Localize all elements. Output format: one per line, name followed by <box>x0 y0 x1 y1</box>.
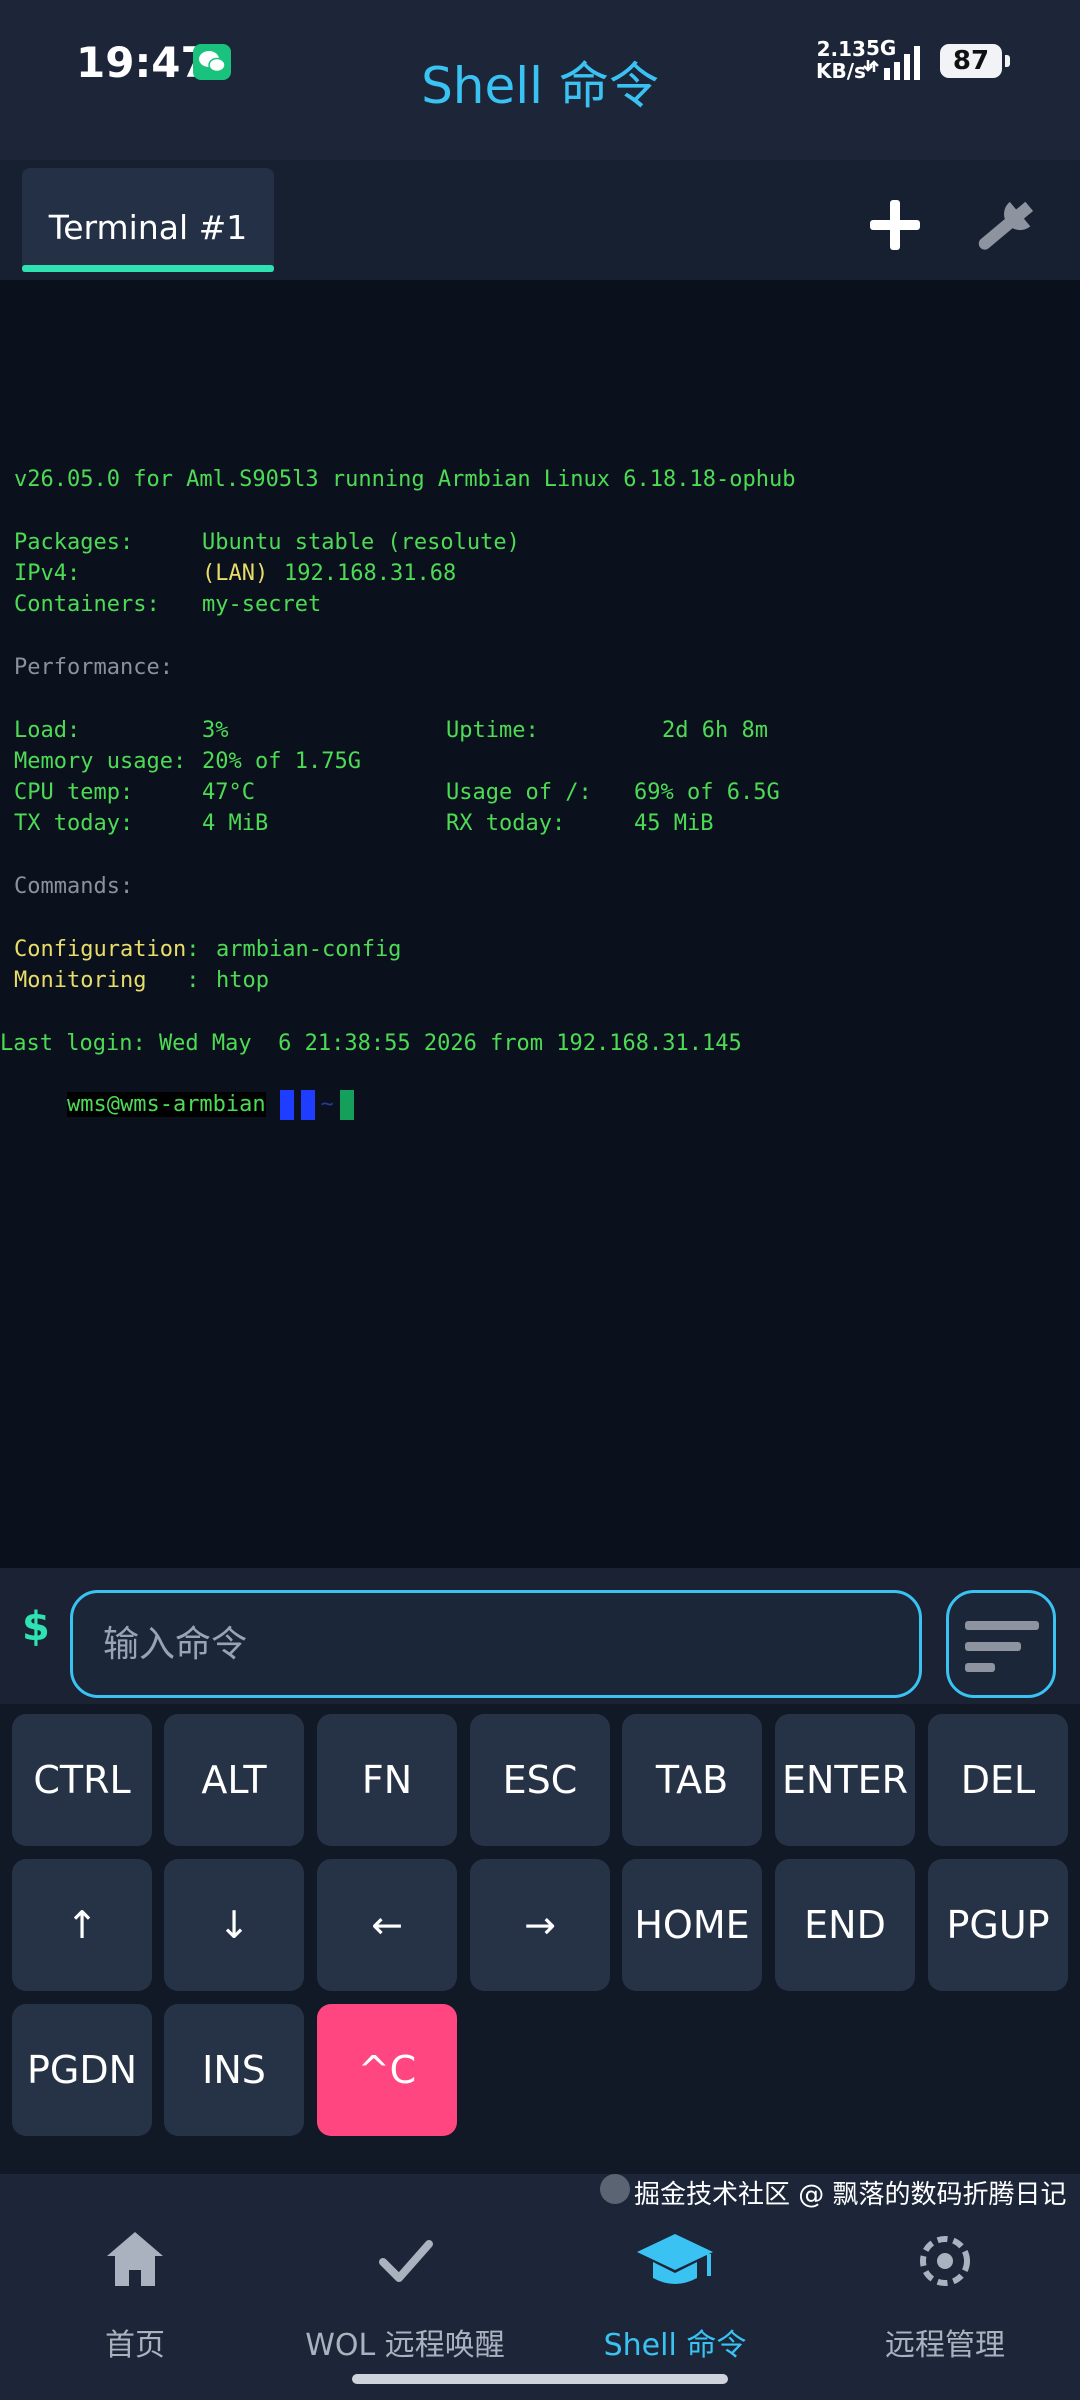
prompt-path: ~ <box>320 1092 334 1117</box>
ipv4-value: 192.168.31.68 <box>284 561 457 586</box>
performance-label: Performance: <box>14 655 173 680</box>
terminal-output[interactable]: v26.05.0 for Aml.S905l3 running Armbian … <box>0 280 1080 1568</box>
signal-strength-icon <box>863 46 920 80</box>
containers-value: my-secret <box>202 592 322 617</box>
last-login-line: Last login: Wed May 6 21:38:55 2026 from… <box>0 1031 742 1056</box>
key-del[interactable]: DEL <box>928 1714 1068 1846</box>
tab-terminal-1[interactable]: Terminal #1 <box>22 168 274 272</box>
prompt-user: wms@wms-armbian <box>66 1092 266 1117</box>
monitoring-value: htop <box>216 968 269 993</box>
monitoring-label: Monitoring : <box>14 968 200 993</box>
home-indicator[interactable] <box>352 2374 728 2384</box>
ipv4-tag: (LAN) <box>202 561 269 586</box>
rx-label: RX today: <box>446 811 566 836</box>
load-value: 3% <box>202 718 229 743</box>
uptime-label: Uptime: <box>446 718 539 743</box>
check-icon <box>379 2240 433 2282</box>
wrench-settings-icon[interactable] <box>962 182 1052 268</box>
commands-label: Commands: <box>14 874 134 899</box>
prompt-segment <box>300 1090 315 1120</box>
terminal-cursor <box>339 1090 354 1120</box>
config-label: Configuration: <box>14 937 200 962</box>
watermark: 掘金技术社区 @ 飘落的数码折腾日记 <box>600 2166 1080 2216</box>
add-tab-icon[interactable] <box>860 190 930 260</box>
key-alt[interactable]: ALT <box>164 1714 304 1846</box>
network-speed: 2.13 KB/s <box>816 37 866 83</box>
prompt-segment <box>279 1090 294 1120</box>
memory-label: Memory usage: <box>14 749 187 774</box>
graduation-cap-icon <box>637 2234 713 2284</box>
key-end[interactable]: END <box>775 1859 915 1991</box>
uptime-value: 2d 6h 8m <box>662 718 768 743</box>
key-enter[interactable]: ENTER <box>775 1714 915 1846</box>
key-ctrl-c[interactable]: ^C <box>317 2004 457 2136</box>
key-ins[interactable]: INS <box>164 2004 304 2136</box>
nav-label: WOL 远程唤醒 <box>305 2328 505 2363</box>
disk-usage-label: Usage of /: <box>446 780 592 805</box>
command-input[interactable] <box>70 1590 922 1698</box>
battery-indicator: 87 <box>940 44 1010 78</box>
nav-label: 首页 <box>105 2328 165 2363</box>
load-label: Load: <box>14 718 81 743</box>
nav-item-wol[interactable]: WOL 远程唤醒 <box>270 2174 540 2400</box>
nav-label: Shell 命令 <box>603 2328 747 2363</box>
cpu-temp-value: 47°C <box>202 780 255 805</box>
active-tab-indicator <box>22 265 274 272</box>
key-arrow-right[interactable]: → <box>470 1859 610 1991</box>
packages-label: Packages: <box>14 530 134 555</box>
key-pgup[interactable]: PGUP <box>928 1859 1068 1991</box>
prompt-symbol: $ <box>22 1604 50 1650</box>
rx-value: 45 MiB <box>634 811 714 836</box>
key-pgdn[interactable]: PGDN <box>12 2004 152 2136</box>
banner-line: v26.05.0 for Aml.S905l3 running Armbian … <box>14 467 796 492</box>
key-ctrl[interactable]: CTRL <box>12 1714 152 1846</box>
shell-prompt: wms@wms-armbian ~ <box>14 1060 354 1150</box>
nav-label: 远程管理 <box>885 2328 1005 2363</box>
key-tab[interactable]: TAB <box>622 1714 762 1846</box>
watermark-logo-icon <box>600 2174 630 2204</box>
remote-manage-icon <box>920 2236 970 2286</box>
memory-value: 20% of 1.75G <box>202 749 361 774</box>
list-menu-icon <box>965 1621 1039 1672</box>
ipv4-label: IPv4: <box>14 561 81 586</box>
watermark-text: 掘金技术社区 @ 飘落的数码折腾日记 <box>634 2180 1067 2210</box>
disk-usage-value: 69% of 6.5G <box>634 780 780 805</box>
key-fn[interactable]: FN <box>317 1714 457 1846</box>
key-arrow-left[interactable]: ← <box>317 1859 457 1991</box>
key-arrow-down[interactable]: ↓ <box>164 1859 304 1991</box>
tx-value: 4 MiB <box>202 811 269 836</box>
tx-label: TX today: <box>14 811 134 836</box>
command-menu-button[interactable] <box>946 1590 1056 1698</box>
nav-item-home[interactable]: 首页 <box>0 2174 270 2400</box>
containers-label: Containers: <box>14 592 160 617</box>
command-bar: $ <box>0 1568 1080 1704</box>
app-header: 19:47 Shell 命令 2.13 KB/s 5G 87 <box>0 0 1080 160</box>
config-value: armbian-config <box>216 937 402 962</box>
tab-label: Terminal #1 <box>48 208 248 247</box>
terminal-tab-bar: Terminal #1 <box>0 160 1080 280</box>
key-esc[interactable]: ESC <box>470 1714 610 1846</box>
extra-keys-panel: CTRL ALT FN ESC TAB ENTER DEL ↑ ↓ ← → HO… <box>0 1704 1080 2174</box>
key-home[interactable]: HOME <box>622 1859 762 1991</box>
cpu-temp-label: CPU temp: <box>14 780 134 805</box>
packages-value: Ubuntu stable (resolute) <box>202 530 520 555</box>
home-icon <box>107 2232 163 2286</box>
key-arrow-up[interactable]: ↑ <box>12 1859 152 1991</box>
